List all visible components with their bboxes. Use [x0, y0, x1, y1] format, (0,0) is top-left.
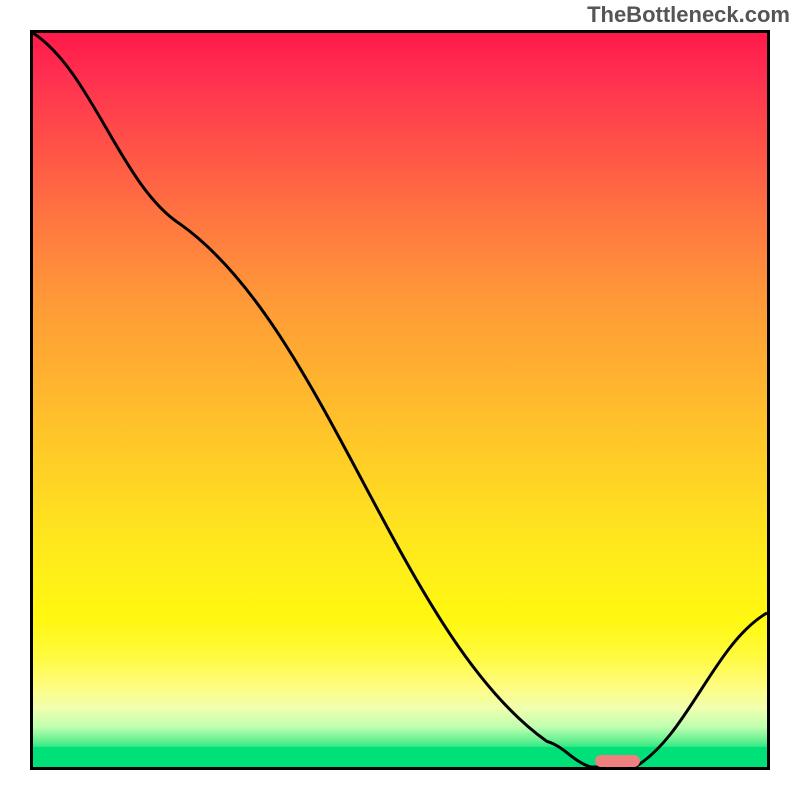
watermark-text: TheBottleneck.com	[587, 2, 790, 28]
bottleneck-curve-path	[33, 33, 767, 767]
chart-container	[30, 30, 770, 770]
bottleneck-curve-svg	[33, 33, 767, 767]
optimal-range-marker	[595, 755, 639, 767]
